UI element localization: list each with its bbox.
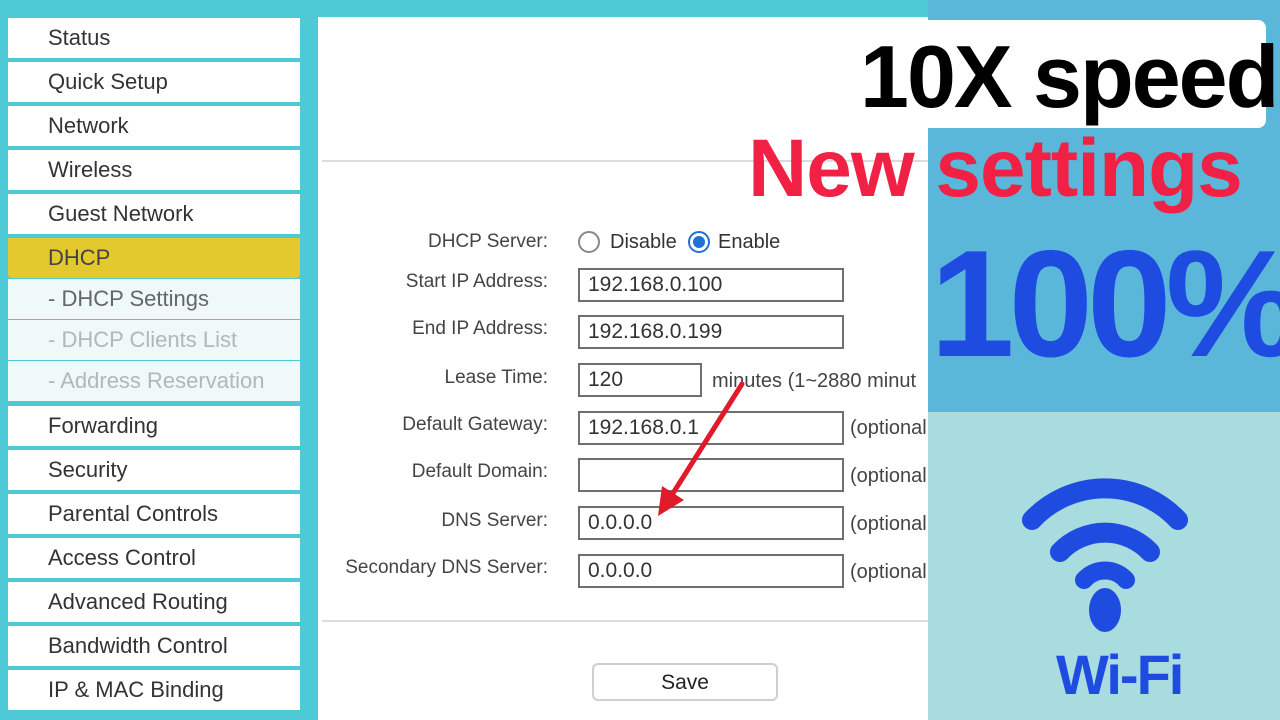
dhcp-disable-label: Disable [610,231,677,253]
dns-server-optional-hint: (optional [850,513,927,535]
start-ip-label: Start IP Address: [405,271,548,292]
sidebar-item-wireless[interactable]: Wireless [8,150,300,190]
dhcp-enable-label: Enable [718,231,781,253]
sidebar-item-guest-network[interactable]: Guest Network [8,194,300,234]
sidebar-item-bandwidth-control[interactable]: Bandwidth Control [8,626,300,666]
secondary-dns-input[interactable]: 0.0.0.0 [578,554,844,588]
red-arrow-icon [658,381,745,516]
lease-time-label: Lease Time: [444,367,549,388]
sidebar-item-ip-mac-binding[interactable]: IP & MAC Binding [8,670,300,710]
dns-server-label: DNS Server: [441,510,548,531]
end-ip-label: End IP Address: [412,318,548,339]
sidebar-item-quick-setup[interactable]: Quick Setup [8,62,300,102]
dhcp-enable-radio[interactable] [688,231,710,253]
wifi-icon [1022,478,1188,632]
sidebar-item-dhcp[interactable]: DHCP [8,238,300,278]
divider-bottom [322,620,930,622]
dhcp-disable-radio[interactable] [578,231,600,253]
sidebar-nav: Status Quick Setup Network Wireless Gues… [0,14,302,720]
sidebar-item-advanced-routing[interactable]: Advanced Routing [8,582,300,622]
sidebar-item-status[interactable]: Status [8,18,300,58]
promo-headline-speed: 10X speed [846,20,1279,128]
promo-headline-settings: New settings [748,123,1243,214]
default-gateway-label: Default Gateway: [402,414,548,435]
dhcp-server-label: DHCP Server: [427,231,548,252]
promo-headline-speed-text: 10X speed [860,27,1279,126]
promo-headline-percent: 100% [930,219,1280,389]
sidebar-subitem-dhcp-settings[interactable]: - DHCP Settings [8,279,300,319]
sidebar-subitem-dhcp-clients-list[interactable]: - DHCP Clients List [8,320,300,360]
sidebar-item-security[interactable]: Security [8,450,300,490]
end-ip-input[interactable]: 192.168.0.199 [578,315,844,349]
wifi-label: Wi-Fi [1056,643,1184,706]
secondary-dns-label: Secondary DNS Server: [345,557,548,578]
sidebar-item-parental-controls[interactable]: Parental Controls [8,494,300,534]
sidebar-subitem-address-reservation[interactable]: - Address Reservation [8,361,300,401]
start-ip-input[interactable]: 192.168.0.100 [578,268,844,302]
save-button[interactable]: Save [592,663,778,701]
sidebar-item-network[interactable]: Network [8,106,300,146]
sidebar-item-forwarding[interactable]: Forwarding [8,406,300,446]
default-domain-optional-hint: (optional [850,465,927,487]
sidebar-item-access-control[interactable]: Access Control [8,538,300,578]
secondary-dns-optional-hint: (optional [850,561,927,583]
default-gateway-optional-hint: (optional [850,417,927,439]
default-domain-label: Default Domain: [411,461,548,482]
